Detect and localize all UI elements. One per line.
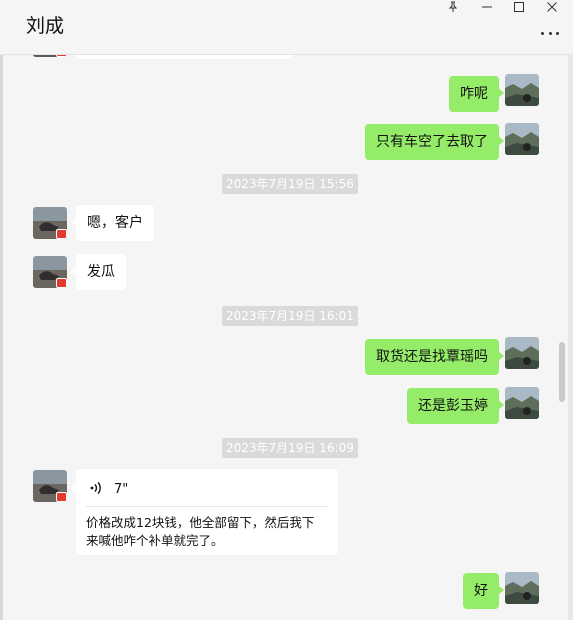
message-bubble[interactable]: 还是彭玉婷: [407, 388, 504, 424]
timestamp: 2023年7月19日 16:09: [222, 438, 358, 458]
message-bubble[interactable]: 好: [463, 573, 504, 609]
title-bar: 刘成: [0, 0, 573, 55]
voice-duration: 7": [114, 481, 129, 497]
avatar[interactable]: [505, 337, 539, 369]
message-bubble-partial[interactable]: [76, 55, 292, 59]
message-bubble[interactable]: 咋呢: [449, 76, 504, 112]
flag-badge-icon: [56, 229, 67, 239]
avatar[interactable]: [33, 55, 67, 57]
voice-play-row[interactable]: 7": [90, 479, 128, 499]
avatar[interactable]: [505, 387, 539, 419]
close-icon[interactable]: [541, 0, 563, 14]
more-icon[interactable]: [541, 29, 559, 37]
maximize-icon[interactable]: [508, 0, 530, 14]
panel-edge: [568, 55, 573, 620]
avatar[interactable]: [33, 470, 67, 502]
chat-title: 刘成: [26, 15, 65, 37]
timestamp: 2023年7月19日 16:01: [222, 306, 358, 326]
pin-icon[interactable]: [442, 0, 464, 14]
flag-badge-icon: [56, 492, 67, 502]
minimize-icon[interactable]: [476, 0, 498, 14]
message-bubble[interactable]: 只有车空了去取了: [365, 124, 504, 160]
avatar[interactable]: [505, 74, 539, 106]
voice-message[interactable]: 7" 价格改成12块钱，他全部留下，然后我下来喊他咋个补单就完了。: [71, 469, 338, 555]
flag-badge-icon: [56, 278, 67, 288]
avatar[interactable]: [505, 123, 539, 155]
message-bubble[interactable]: 发瓜: [71, 254, 126, 290]
message-bubble[interactable]: 取货还是找覃瑶吗: [365, 339, 504, 375]
panel-edge: [0, 55, 3, 620]
avatar[interactable]: [505, 572, 539, 604]
divider: [86, 506, 328, 507]
voice-wave-icon[interactable]: [90, 480, 102, 499]
avatar[interactable]: [33, 207, 67, 239]
flag-badge-icon: [56, 55, 67, 57]
avatar[interactable]: [33, 256, 67, 288]
timestamp: 2023年7月19日 15:56: [222, 174, 358, 194]
scrollbar[interactable]: [559, 342, 565, 402]
voice-transcript: 价格改成12块钱，他全部留下，然后我下来喊他咋个补单就完了。: [86, 515, 315, 548]
message-list[interactable]: 咋呢 只有车空了去取了 2023年7月19日 15:56 嗯，客户 发瓜 202…: [0, 55, 573, 620]
message-bubble[interactable]: 嗯，客户: [71, 205, 154, 241]
